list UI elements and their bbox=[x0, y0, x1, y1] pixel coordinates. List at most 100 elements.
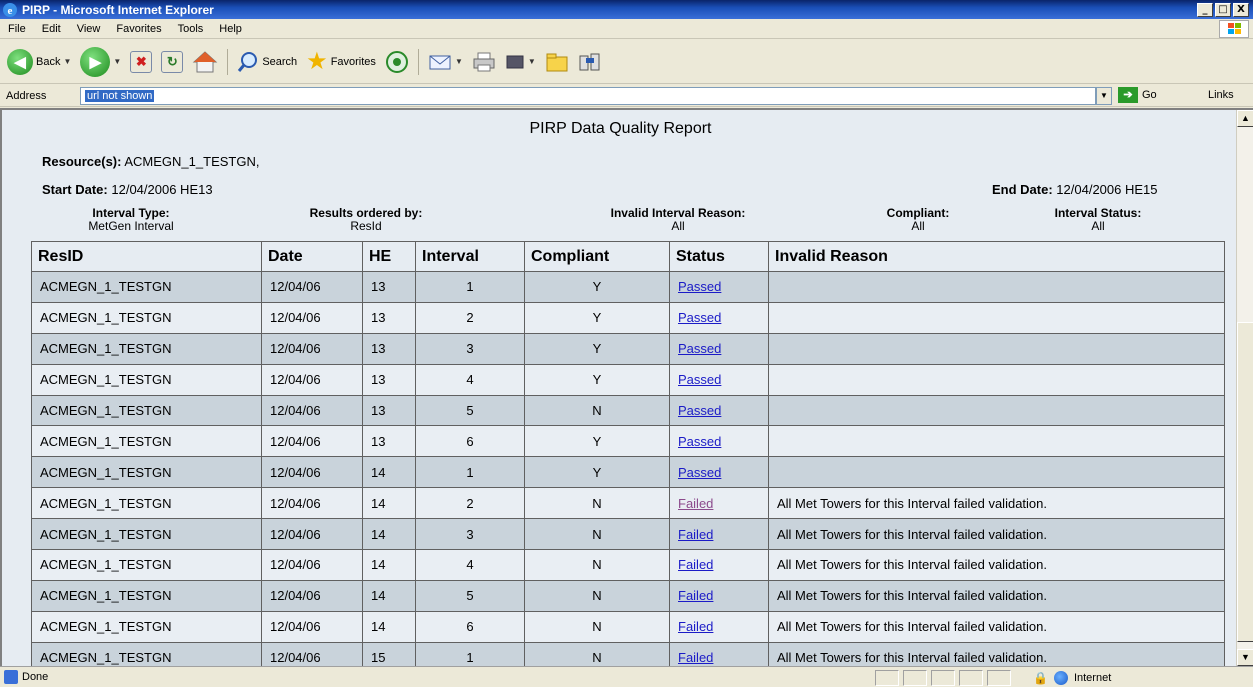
status-link[interactable]: Passed bbox=[678, 341, 721, 356]
start-date-line: Start Date: 12/04/2006 HE13 bbox=[42, 182, 213, 197]
favorites-label: Favorites bbox=[330, 55, 376, 68]
research-button[interactable] bbox=[575, 47, 605, 77]
cell-status: Passed bbox=[669, 301, 769, 334]
status-link[interactable]: Failed bbox=[678, 619, 713, 634]
chevron-down-icon: ▼ bbox=[454, 57, 463, 66]
cell-date: 12/04/06 bbox=[261, 641, 363, 666]
filter-invalid-reason: Invalid Interval Reason: All bbox=[610, 206, 746, 233]
back-button[interactable]: ◀ Back ▼ bbox=[4, 47, 74, 77]
windows-logo-icon bbox=[1219, 20, 1249, 38]
status-panel bbox=[959, 670, 983, 686]
table-row: ACMEGN_1_TESTGN 12/04/06 13 6 Y Passed bbox=[31, 425, 1225, 458]
column-header-interval[interactable]: Interval bbox=[415, 241, 525, 272]
links-button[interactable]: Links bbox=[1208, 89, 1234, 101]
cell-compliant: N bbox=[524, 518, 670, 551]
refresh-button[interactable]: ↻ bbox=[158, 47, 186, 77]
resources-line: Resource(s): ACMEGN_1_TESTGN, bbox=[42, 154, 259, 169]
address-input[interactable]: url not shown bbox=[80, 87, 1096, 105]
stop-button[interactable]: ✖ bbox=[127, 47, 155, 77]
menu-view[interactable]: View bbox=[69, 23, 109, 35]
table-header-row: ResID Date HE Interval Compliant Status … bbox=[31, 241, 1225, 272]
scroll-thumb[interactable] bbox=[1237, 322, 1253, 642]
filter-interval-type: Interval Type: MetGen Interval bbox=[88, 206, 174, 233]
cell-interval: 4 bbox=[415, 363, 525, 396]
status-link[interactable]: Failed bbox=[678, 588, 713, 603]
chevron-down-icon: ▼ bbox=[113, 57, 122, 66]
cell-invalid-reason bbox=[768, 456, 1225, 489]
menu-edit[interactable]: Edit bbox=[34, 23, 69, 35]
cell-status: Failed bbox=[669, 518, 769, 551]
home-button[interactable] bbox=[189, 47, 221, 77]
address-bar: Address url not shown ▼ ➔ Go Links bbox=[0, 85, 1253, 107]
status-link[interactable]: Passed bbox=[678, 372, 721, 387]
menu-help[interactable]: Help bbox=[211, 23, 250, 35]
forward-button[interactable]: ▶ ▼ bbox=[77, 46, 124, 77]
menu-tools[interactable]: Tools bbox=[170, 23, 212, 35]
maximize-button[interactable]: □ bbox=[1215, 2, 1231, 17]
discuss-button[interactable] bbox=[542, 47, 572, 77]
cell-date: 12/04/06 bbox=[261, 301, 363, 334]
menu-favorites[interactable]: Favorites bbox=[108, 23, 169, 35]
cell-interval: 4 bbox=[415, 549, 525, 581]
minimize-button[interactable]: _ bbox=[1197, 2, 1213, 17]
address-dropdown-button[interactable]: ▼ bbox=[1096, 87, 1112, 105]
status-text: Done bbox=[22, 671, 49, 683]
cell-invalid-reason bbox=[768, 332, 1225, 365]
media-button[interactable] bbox=[382, 47, 412, 77]
vertical-scrollbar[interactable]: ▲ ▼ bbox=[1236, 110, 1253, 666]
printer-icon bbox=[473, 52, 495, 71]
cell-resid: ACMEGN_1_TESTGN bbox=[31, 487, 262, 520]
status-link[interactable]: Failed bbox=[678, 557, 713, 572]
end-date-line: End Date: 12/04/2006 HE15 bbox=[992, 182, 1158, 197]
page-title: PIRP Data Quality Report bbox=[529, 120, 712, 137]
back-arrow-icon: ◀ bbox=[7, 48, 33, 75]
home-icon bbox=[193, 50, 218, 72]
cell-compliant: N bbox=[524, 641, 670, 666]
end-date-value: 12/04/2006 HE15 bbox=[1056, 182, 1158, 197]
column-header-he[interactable]: HE bbox=[362, 241, 416, 272]
status-link[interactable]: Passed bbox=[678, 434, 721, 449]
search-button[interactable]: Search bbox=[234, 47, 300, 77]
menu-file[interactable]: File bbox=[0, 23, 34, 35]
table-row: ACMEGN_1_TESTGN 12/04/06 14 4 N Failed All Met… bbox=[31, 549, 1225, 581]
document-edit-icon bbox=[506, 55, 524, 68]
cell-he: 13 bbox=[362, 425, 416, 458]
column-header-date[interactable]: Date bbox=[261, 241, 363, 272]
zone-label: Internet bbox=[1073, 672, 1112, 684]
column-header-resid[interactable]: ResID bbox=[31, 241, 262, 272]
print-button[interactable] bbox=[469, 47, 499, 77]
column-header-status[interactable]: Status bbox=[669, 241, 769, 272]
cell-interval: 1 bbox=[415, 456, 525, 489]
column-header-compliant[interactable]: Compliant bbox=[524, 241, 670, 272]
filter-ordered-by: Results ordered by: ResId bbox=[309, 206, 423, 233]
column-header-invalid-reason[interactable]: Invalid Reason bbox=[768, 241, 1225, 272]
status-link[interactable]: Failed bbox=[678, 527, 713, 542]
status-link[interactable]: Failed bbox=[678, 650, 713, 665]
status-link[interactable]: Passed bbox=[678, 310, 721, 325]
mail-icon bbox=[429, 55, 451, 69]
status-link[interactable]: Passed bbox=[678, 279, 721, 294]
cell-resid: ACMEGN_1_TESTGN bbox=[31, 271, 262, 303]
cell-compliant: Y bbox=[524, 301, 670, 334]
results-table: ResID Date HE Interval Compliant Status … bbox=[31, 241, 1225, 666]
cell-he: 13 bbox=[362, 332, 416, 365]
close-button[interactable]: X bbox=[1233, 2, 1249, 17]
cell-resid: ACMEGN_1_TESTGN bbox=[31, 332, 262, 365]
cell-interval: 2 bbox=[415, 487, 525, 520]
status-link[interactable]: Passed bbox=[678, 465, 721, 480]
media-icon bbox=[385, 50, 408, 73]
cell-status: Failed bbox=[669, 487, 769, 520]
edit-button[interactable]: ▼ bbox=[502, 47, 539, 77]
refresh-icon: ↻ bbox=[161, 50, 184, 73]
mail-button[interactable]: ▼ bbox=[425, 47, 466, 77]
status-link[interactable]: Passed bbox=[678, 403, 721, 418]
scroll-up-button[interactable]: ▲ bbox=[1237, 110, 1253, 127]
cell-resid: ACMEGN_1_TESTGN bbox=[31, 579, 262, 612]
cell-date: 12/04/06 bbox=[261, 394, 363, 427]
go-button[interactable]: ➔ Go bbox=[1118, 87, 1157, 103]
favorites-button[interactable]: ★ Favorites bbox=[303, 47, 379, 77]
status-link[interactable]: Failed bbox=[678, 496, 713, 511]
scroll-down-button[interactable]: ▼ bbox=[1237, 649, 1253, 666]
search-icon bbox=[238, 51, 258, 72]
folder-icon bbox=[546, 53, 568, 71]
